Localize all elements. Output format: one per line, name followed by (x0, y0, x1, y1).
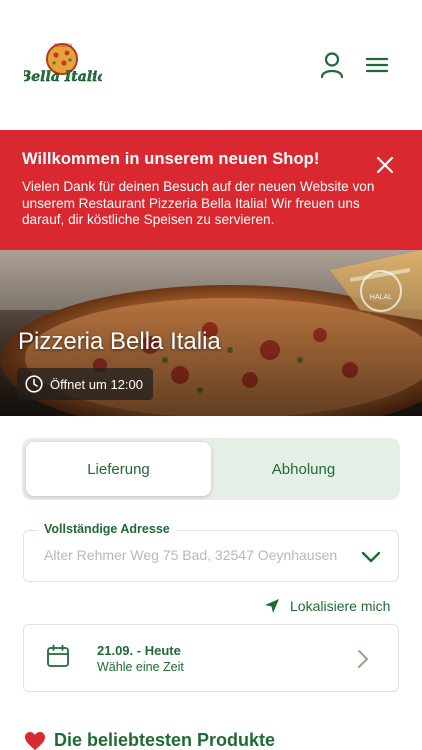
date-title: 21.09. - Heute (97, 643, 181, 658)
heart-icon (25, 731, 45, 750)
opening-status-badge: Öffnet um 12:00 (17, 368, 153, 400)
locate-me-label: Lokalisiere mich (290, 598, 391, 614)
popular-products-title: Die beliebtesten Produkte (54, 730, 276, 750)
account-button[interactable] (316, 50, 348, 80)
welcome-banner: Willkommen in unserem neuen Shop! Vielen… (0, 130, 422, 250)
pickup-option[interactable]: Abholung (211, 442, 396, 496)
order-mode-toggle: Lieferung Abholung (22, 438, 400, 500)
location-arrow-icon (265, 599, 279, 613)
menu-icon (366, 57, 388, 73)
banner-close-button[interactable] (372, 152, 398, 178)
address-label: Vollständige Adresse (38, 522, 176, 536)
time-subtitle: Wähle eine Zeit (97, 660, 184, 674)
address-field: Vollständige Adresse (23, 522, 399, 582)
halal-badge: HALAL (360, 270, 402, 312)
header: Bella Italia PIZZERIA (0, 0, 422, 130)
opening-status-text: Öffnet um 12:00 (50, 376, 143, 392)
restaurant-hero: HALAL Pizzeria Bella Italia Öffnet um 12… (0, 250, 422, 416)
chevron-down-icon[interactable] (360, 547, 382, 567)
clock-icon (25, 375, 43, 393)
chevron-right-icon (358, 650, 368, 668)
calendar-icon (47, 644, 69, 667)
logo-top-text: PIZZERIA (54, 43, 73, 48)
date-time-selector[interactable]: 21.09. - Heute Wähle eine Zeit (23, 624, 399, 692)
close-icon (376, 156, 394, 174)
address-input[interactable] (44, 547, 356, 563)
menu-button[interactable] (362, 50, 392, 80)
banner-text: Vielen Dank für deinen Besuch auf der ne… (22, 179, 375, 227)
banner-title: Willkommen in unserem neuen Shop! (22, 150, 320, 168)
logo-text: Bella Italia (24, 69, 102, 85)
popular-products-heading: Die beliebtesten Produkte (24, 730, 275, 750)
locate-me-button[interactable]: Lokalisiere mich (264, 598, 390, 614)
restaurant-name: Pizzeria Bella Italia (18, 328, 221, 355)
user-icon (320, 52, 344, 78)
brand-logo[interactable]: Bella Italia PIZZERIA (18, 42, 107, 88)
delivery-option[interactable]: Lieferung (26, 442, 211, 496)
